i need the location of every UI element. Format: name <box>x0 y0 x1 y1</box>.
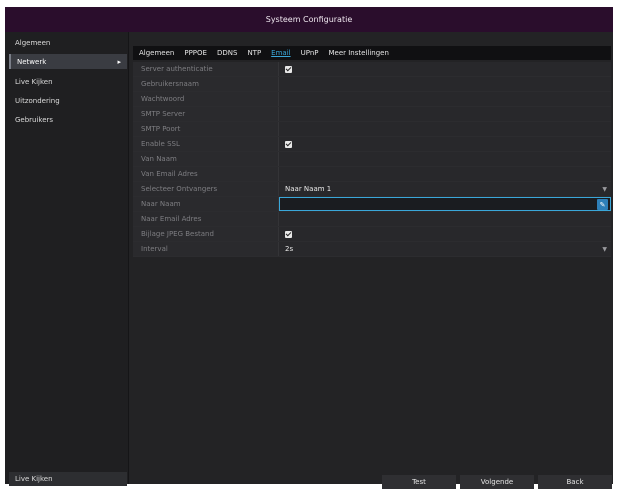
enable-ssl-cell <box>279 137 611 151</box>
selecteer-ontvangers-select[interactable]: Naar Naam 1 ▼ <box>279 182 611 196</box>
row-naar-naam: Naar Naam ✎ <box>133 197 611 212</box>
config-window: Systeem Configuratie Algemeen Netwerk ▸ … <box>5 7 613 489</box>
van-naam-field[interactable] <box>279 152 611 166</box>
van-naam-label: Van Naam <box>133 152 279 166</box>
smtp-server-label: SMTP Server <box>133 107 279 121</box>
server-auth-checkbox[interactable] <box>285 65 292 73</box>
sidebar-item-label: Algemeen <box>15 38 51 47</box>
tab-meer-instellingen[interactable]: Meer Instellingen <box>328 49 388 57</box>
gebruikersnaam-label: Gebruikersnaam <box>133 77 279 91</box>
sidebar-item-label: Gebruikers <box>15 115 54 124</box>
bijlage-jpeg-cell <box>279 227 611 241</box>
back-button[interactable]: Back <box>538 475 612 489</box>
server-auth-label: Server authenticatie <box>133 62 279 76</box>
keyboard-icon[interactable]: ✎ <box>597 199 608 210</box>
title-bar: Systeem Configuratie <box>5 7 613 32</box>
row-server-auth: Server authenticatie <box>133 62 611 77</box>
email-settings-form: Server authenticatie Gebruikersnaam Wach… <box>133 62 611 257</box>
naar-naam-label: Naar Naam <box>133 197 279 211</box>
sidebar: Algemeen Netwerk ▸ Live Kijken Uitzonder… <box>5 32 128 486</box>
tab-ntp[interactable]: NTP <box>247 49 261 57</box>
chevron-down-icon: ▼ <box>602 186 607 193</box>
interval-value: 2s <box>285 245 294 253</box>
row-van-naam: Van Naam <box>133 152 611 167</box>
smtp-server-field[interactable] <box>279 107 611 121</box>
van-email-label: Van Email Adres <box>133 167 279 181</box>
selecteer-ontvangers-value: Naar Naam 1 <box>285 185 332 193</box>
naar-email-label: Naar Email Adres <box>133 212 279 226</box>
row-naar-email: Naar Email Adres <box>133 212 611 227</box>
row-smtp-poort: SMTP Poort <box>133 122 611 137</box>
smtp-poort-label: SMTP Poort <box>133 122 279 136</box>
row-wachtwoord: Wachtwoord <box>133 92 611 107</box>
sidebar-item-label: Netwerk <box>17 57 47 66</box>
bijlage-jpeg-checkbox[interactable] <box>285 230 292 238</box>
enable-ssl-checkbox[interactable] <box>285 140 292 148</box>
tab-algemeen[interactable]: Algemeen <box>139 49 174 57</box>
bijlage-jpeg-label: Bijlage JPEG Bestand <box>133 227 279 241</box>
interval-select[interactable]: 2s ▼ <box>279 242 611 256</box>
server-auth-cell <box>279 62 611 76</box>
tab-pppoe[interactable]: PPPOE <box>184 49 207 57</box>
sidebar-item-label: Uitzondering <box>15 96 60 105</box>
row-selecteer-ontvangers: Selecteer Ontvangers Naar Naam 1 ▼ <box>133 182 611 197</box>
test-button[interactable]: Test <box>382 475 456 489</box>
sidebar-item-label: Live Kijken <box>15 77 53 86</box>
live-view-label: Live Kijken <box>15 475 53 483</box>
wachtwoord-field[interactable] <box>279 92 611 106</box>
tab-ddns[interactable]: DDNS <box>217 49 237 57</box>
chevron-right-icon: ▸ <box>117 57 121 66</box>
main-content: Algemeen PPPOE DDNS NTP Email UPnP Meer … <box>129 32 613 489</box>
interval-label: Interval <box>133 242 279 256</box>
van-email-field[interactable] <box>279 167 611 181</box>
row-bijlage-jpeg: Bijlage JPEG Bestand <box>133 227 611 242</box>
row-van-email: Van Email Adres <box>133 167 611 182</box>
row-interval: Interval 2s ▼ <box>133 242 611 257</box>
window-title: Systeem Configuratie <box>265 15 353 24</box>
sidebar-item-uitzondering[interactable]: Uitzondering <box>9 93 127 108</box>
wachtwoord-label: Wachtwoord <box>133 92 279 106</box>
sidebar-item-live-kijken[interactable]: Live Kijken <box>9 74 127 89</box>
enable-ssl-label: Enable SSL <box>133 137 279 151</box>
tab-upnp[interactable]: UPnP <box>301 49 319 57</box>
row-smtp-server: SMTP Server <box>133 107 611 122</box>
row-gebruikersnaam: Gebruikersnaam <box>133 77 611 92</box>
live-view-button[interactable]: Live Kijken <box>9 472 127 486</box>
sidebar-item-netwerk[interactable]: Netwerk ▸ <box>9 54 127 69</box>
naar-naam-field[interactable]: ✎ <box>279 197 611 211</box>
tab-email[interactable]: Email <box>271 49 290 57</box>
sidebar-item-gebruikers[interactable]: Gebruikers <box>9 112 127 127</box>
selecteer-ontvangers-label: Selecteer Ontvangers <box>133 182 279 196</box>
tab-bar: Algemeen PPPOE DDNS NTP Email UPnP Meer … <box>133 46 611 60</box>
row-enable-ssl: Enable SSL <box>133 137 611 152</box>
smtp-poort-field[interactable] <box>279 122 611 136</box>
naar-email-field[interactable] <box>279 212 611 226</box>
chevron-down-icon: ▼ <box>602 246 607 253</box>
next-button[interactable]: Volgende <box>460 475 534 489</box>
sidebar-item-algemeen[interactable]: Algemeen <box>9 35 127 50</box>
gebruikersnaam-field[interactable] <box>279 77 611 91</box>
